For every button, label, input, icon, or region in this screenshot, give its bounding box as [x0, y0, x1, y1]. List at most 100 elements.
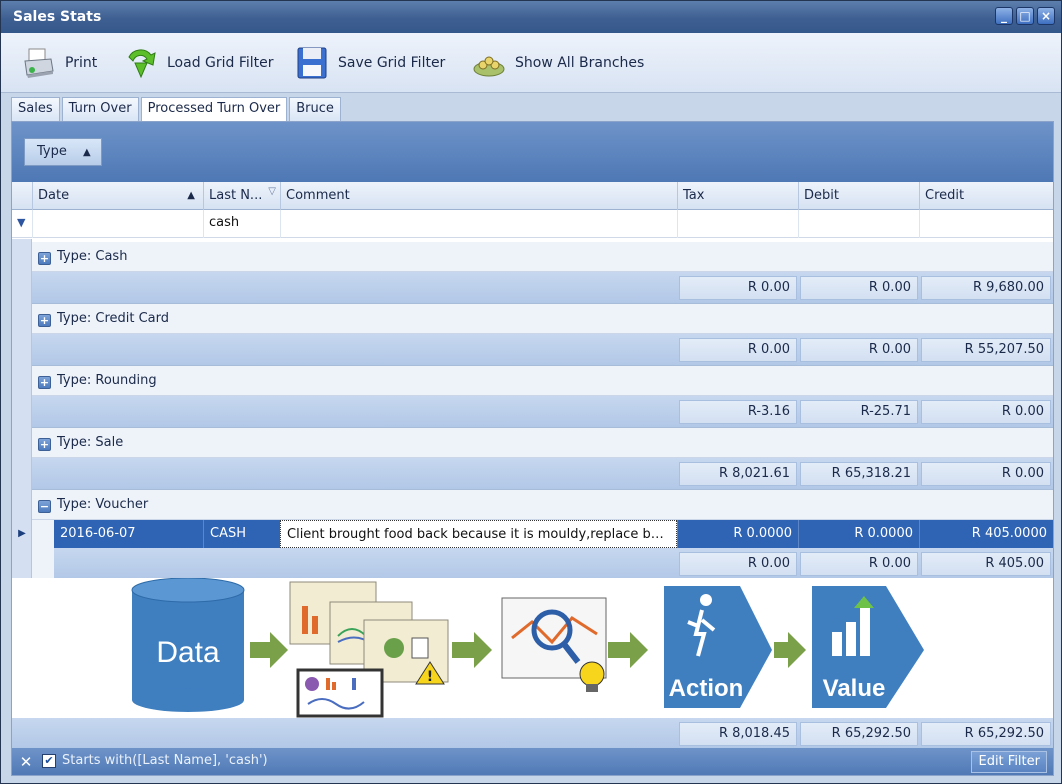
- group-summary-credit-card: R 0.00 R 0.00 R 55,207.50: [32, 334, 1053, 366]
- svg-text:!: !: [427, 669, 433, 685]
- column-header-row: Date ▲ Last N... ▽ Comment Tax Debit Cre…: [12, 182, 1053, 210]
- summary-credit: R 405.00: [921, 552, 1051, 576]
- action-label: Action: [669, 675, 744, 702]
- tab-strip: Sales Turn Over Processed Turn Over Bruc…: [11, 97, 343, 122]
- filter-debit-input[interactable]: [798, 210, 919, 238]
- column-tax-label: Tax: [683, 188, 705, 203]
- tab-turn-over[interactable]: Turn Over: [61, 97, 139, 121]
- load-arrow-icon: [128, 49, 156, 79]
- cell-credit[interactable]: R 405.0000: [919, 520, 1053, 548]
- column-header-last-name[interactable]: Last N... ▽: [203, 182, 280, 210]
- column-header-tax[interactable]: Tax: [677, 182, 798, 210]
- summary-credit: R 0.00: [921, 400, 1051, 424]
- tab-bruce[interactable]: Bruce: [289, 97, 341, 121]
- filter-tax-input[interactable]: [677, 210, 798, 238]
- summary-credit: R 9,680.00: [921, 276, 1051, 300]
- value-label: Value: [823, 675, 886, 702]
- sort-ascending-icon: ▲: [83, 147, 91, 158]
- expand-icon[interactable]: +: [38, 252, 51, 265]
- column-credit-label: Credit: [925, 188, 965, 203]
- group-label: Type: Cash: [57, 249, 128, 264]
- filter-panel: ✕ ✔ Starts with([Last Name], 'cash') Edi…: [12, 748, 1053, 775]
- group-row-sale[interactable]: + Type: Sale: [32, 428, 1053, 458]
- column-header-date[interactable]: Date ▲: [32, 182, 203, 210]
- total-debit: R 65,292.50: [800, 722, 918, 746]
- filter-last-name-input[interactable]: cash: [203, 210, 280, 238]
- group-row-voucher[interactable]: − Type: Voucher: [32, 490, 1053, 520]
- edit-filter-button[interactable]: Edit Filter: [971, 751, 1047, 773]
- group-label: Type: Sale: [57, 435, 124, 450]
- data-grid: Type ▲ Date ▲ Last N... ▽ Comment Tax De…: [11, 121, 1054, 776]
- summary-tax: R 0.00: [679, 552, 797, 576]
- load-grid-filter-label: Load Grid Filter: [167, 55, 274, 71]
- group-row-rounding[interactable]: + Type: Rounding: [32, 366, 1053, 396]
- group-summary-cash: R 0.00 R 0.00 R 9,680.00: [32, 272, 1053, 304]
- group-summary-voucher: R 0.00 R 0.00 R 405.00: [54, 548, 1053, 580]
- save-grid-filter-label: Save Grid Filter: [338, 55, 446, 71]
- collapse-icon[interactable]: −: [38, 500, 51, 513]
- column-header-credit[interactable]: Credit: [919, 182, 1053, 210]
- expand-icon[interactable]: +: [38, 314, 51, 327]
- print-button[interactable]: Print: [21, 45, 97, 81]
- save-grid-filter-button[interactable]: Save Grid Filter: [294, 45, 445, 81]
- summary-tax: R-3.16: [679, 400, 797, 424]
- cell-tax[interactable]: R 0.0000: [677, 520, 798, 548]
- group-row-cash[interactable]: + Type: Cash: [32, 242, 1053, 272]
- row-indicator-header: [12, 182, 32, 210]
- filter-expression[interactable]: Starts with([Last Name], 'cash'): [62, 753, 268, 768]
- filter-funnel-icon: ▽: [268, 186, 276, 197]
- group-by-panel: Type ▲: [12, 122, 1053, 182]
- cell-debit[interactable]: R 0.0000: [798, 520, 919, 548]
- printer-icon: [24, 48, 54, 78]
- cell-date[interactable]: 2016-06-07: [54, 520, 203, 548]
- window-title: Sales Stats: [13, 9, 102, 25]
- current-row-indicator-icon: ▶: [18, 528, 26, 539]
- summary-debit: R 0.00: [800, 338, 918, 362]
- group-row-credit-card[interactable]: + Type: Credit Card: [32, 304, 1053, 334]
- clear-filter-icon[interactable]: ✕: [18, 754, 34, 770]
- sort-ascending-icon: ▲: [187, 190, 195, 201]
- auto-filter-row: ▼ cash: [12, 210, 1053, 238]
- filter-comment-input[interactable]: [280, 210, 677, 238]
- maximize-button[interactable]: □: [1016, 7, 1034, 25]
- cell-comment[interactable]: Client brought food back because it is m…: [280, 520, 677, 548]
- column-debit-label: Debit: [804, 188, 839, 203]
- toolbar: Print Load Grid Filter Save Grid Filter: [1, 33, 1061, 93]
- tab-processed-turn-over[interactable]: Processed Turn Over: [140, 97, 288, 122]
- summary-tax: R 8,021.61: [679, 462, 797, 486]
- group-label: Type: Voucher: [57, 497, 149, 512]
- group-by-type-chip[interactable]: Type ▲: [24, 138, 102, 166]
- floppy-disk-icon: [297, 47, 327, 79]
- column-date-label: Date: [38, 188, 70, 203]
- cell-last-name[interactable]: CASH: [203, 520, 280, 548]
- column-last-name-label: Last N...: [209, 188, 263, 203]
- minimize-button[interactable]: _: [995, 7, 1013, 25]
- group-by-label: Type: [37, 144, 67, 159]
- summary-debit: R-25.71: [800, 400, 918, 424]
- column-header-comment[interactable]: Comment: [280, 182, 677, 210]
- filter-credit-input[interactable]: [919, 210, 1053, 238]
- expand-icon[interactable]: +: [38, 438, 51, 451]
- print-label: Print: [65, 55, 98, 71]
- summary-debit: R 65,318.21: [800, 462, 918, 486]
- filter-date-input[interactable]: [32, 210, 203, 238]
- group-label: Type: Rounding: [57, 373, 157, 388]
- summary-tax: R 0.00: [679, 276, 797, 300]
- load-grid-filter-button[interactable]: Load Grid Filter: [123, 45, 274, 81]
- group-summary-sale: R 8,021.61 R 65,318.21 R 0.00: [32, 458, 1053, 490]
- data-to-value-illustration: Data ! Action Value: [12, 577, 1053, 718]
- group-indent: [32, 520, 54, 578]
- table-row[interactable]: 2016-06-07 CASH Client brought food back…: [54, 520, 1053, 548]
- total-credit: R 65,292.50: [921, 722, 1051, 746]
- data-action-value-diagram: Data ! Action Value: [131, 577, 924, 718]
- filter-row-funnel-icon: ▼: [17, 216, 26, 229]
- filter-enabled-checkbox[interactable]: ✔: [42, 754, 56, 768]
- summary-tax: R 0.00: [679, 338, 797, 362]
- tab-sales[interactable]: Sales: [11, 97, 60, 121]
- close-button[interactable]: ×: [1037, 7, 1055, 25]
- summary-debit: R 0.00: [800, 552, 918, 576]
- column-header-debit[interactable]: Debit: [798, 182, 919, 210]
- title-bar[interactable]: Sales Stats _ □ ×: [1, 1, 1061, 33]
- expand-icon[interactable]: +: [38, 376, 51, 389]
- show-all-branches-button[interactable]: Show All Branches: [471, 45, 644, 81]
